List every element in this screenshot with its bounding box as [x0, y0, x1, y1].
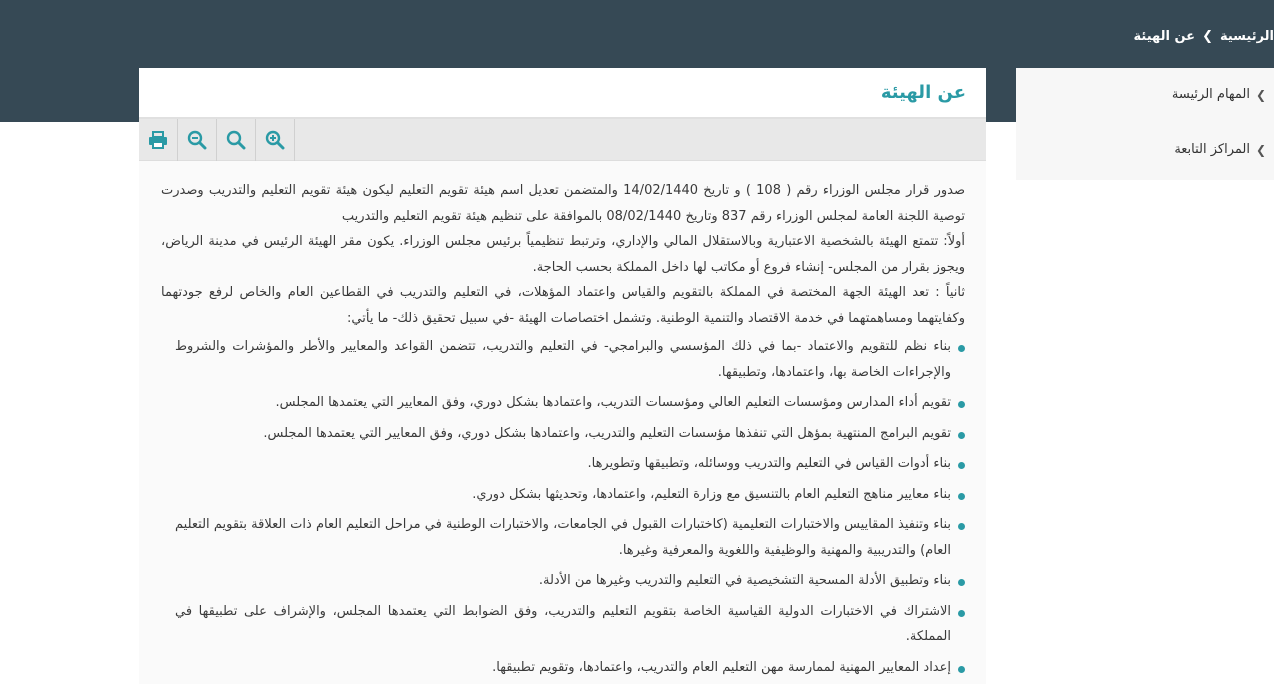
sidebar: ❯ المهام الرئيسة ❯ المراكز التابعة — [1016, 68, 1274, 180]
toolbar — [139, 119, 986, 161]
zoom-reset-icon — [226, 130, 246, 150]
zoom-out-button[interactable] — [178, 119, 217, 161]
zoom-out-icon — [187, 130, 207, 150]
intro-paragraph: صدور قرار مجلس الوزراء رقم ( 108 ) و تار… — [161, 183, 965, 224]
list-item: بناء معايير مناهج التعليم العام بالتنسيق… — [161, 482, 965, 508]
chevron-left-icon: ❯ — [1255, 143, 1266, 157]
list-item: إعداد المعايير المهنية لممارسة مهن التعل… — [161, 655, 965, 681]
content-panel: عن الهيئة صدور قرار مجلس الوزراء رقم (1… — [139, 68, 986, 684]
list-item: بناء وتطبيق الأدلة المسحية التشخيصية في … — [161, 568, 965, 594]
duties-list: بناء نظم للتقويم والاعتماد -بما في ذلك ا… — [161, 334, 965, 680]
first-clause-paragraph: أولاً: تتمتع الهيئة بالشخصية الاعتبارية … — [161, 234, 965, 275]
list-item: بناء أدوات القياس في التعليم والتدريب وو… — [161, 451, 965, 477]
article-body: صدور قرار مجلس الوزراء رقم ( 108 ) و تار… — [139, 161, 986, 680]
list-item: بناء نظم للتقويم والاعتماد -بما في ذلك ا… — [161, 334, 965, 385]
sidebar-item-label: المهام الرئيسة — [1171, 87, 1250, 102]
breadcrumb-home-link[interactable]: الرئيسية — [1220, 29, 1274, 44]
zoom-in-button[interactable] — [256, 119, 295, 161]
second-clause-paragraph: ثانياً : تعد الهيئة الجهة المختصة في الم… — [161, 285, 965, 326]
list-item: بناء وتنفيذ المقاييس والاختبارات التعليم… — [161, 512, 965, 563]
print-icon — [149, 131, 167, 149]
list-item: تقويم أداء المدارس ومؤسسات التعليم العال… — [161, 390, 965, 416]
sidebar-item-label: المراكز التابعة — [1174, 142, 1250, 157]
chevron-left-icon: ❯ — [1255, 88, 1266, 102]
panel-header: عن الهيئة — [139, 68, 986, 119]
zoom-reset-button[interactable] — [217, 119, 256, 161]
sidebar-item-main-tasks[interactable]: ❯ المهام الرئيسة — [1016, 68, 1274, 123]
list-item: الاشتراك في الاختبارات الدولية القياسية … — [161, 599, 965, 650]
breadcrumb: الرئيسية ❯ عن الهيئة — [1134, 27, 1274, 45]
list-item: تقويم البرامج المنتهية بمؤهل التي تنفذها… — [161, 421, 965, 447]
breadcrumb-current: عن الهيئة — [1133, 28, 1196, 44]
zoom-in-icon — [265, 130, 285, 150]
page-title: عن الهيئة — [880, 82, 966, 103]
sidebar-item-affiliated-centers[interactable]: ❯ المراكز التابعة — [1016, 123, 1274, 178]
chevron-left-icon: ❯ — [1202, 28, 1213, 44]
print-button[interactable] — [139, 119, 178, 161]
